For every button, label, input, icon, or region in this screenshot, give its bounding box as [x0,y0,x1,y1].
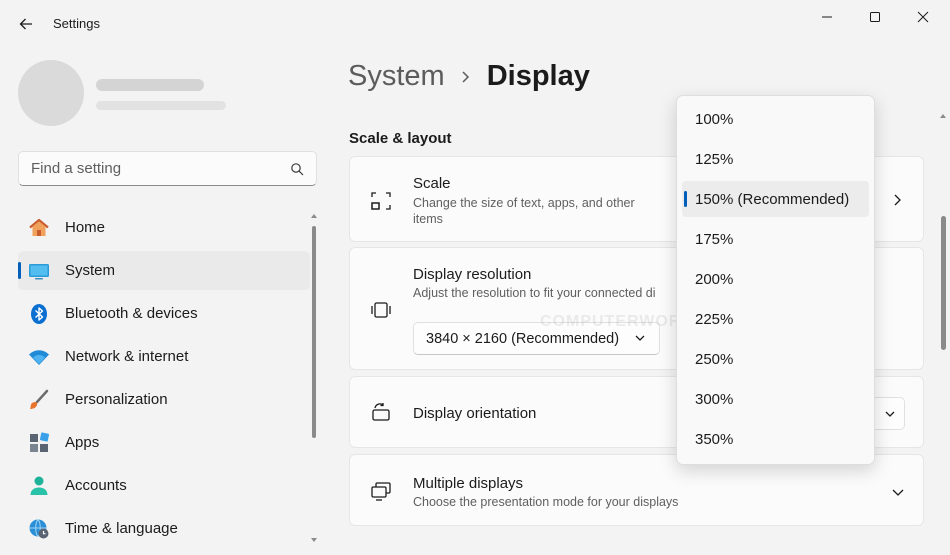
scroll-up-icon[interactable] [310,212,318,220]
chevron-down-icon[interactable] [888,482,908,502]
scale-option[interactable]: 200% [682,261,869,297]
back-button[interactable] [12,10,40,38]
breadcrumb: System Display [348,60,590,93]
scale-option[interactable]: 100% [682,101,869,137]
sidebar-item-bluetooth[interactable]: Bluetooth & devices [18,294,310,333]
section-title: Scale & layout [349,130,452,147]
breadcrumb-separator [461,70,471,84]
scale-option[interactable]: 300% [682,381,869,417]
sidebar-item-network[interactable]: Network & internet [18,337,310,376]
sidebar-item-label: Accounts [65,477,127,494]
chevron-right-icon [462,70,469,83]
sidebar-scroll-thumb[interactable] [312,226,316,438]
brush-icon [28,389,50,411]
orientation-select[interactable] [875,397,905,430]
main-scroll-thumb[interactable] [941,216,946,350]
scale-title: Scale [413,175,451,192]
bluetooth-icon [28,303,50,325]
title-bar: Settings [0,0,950,48]
page-title: Display [486,60,590,92]
accounts-icon [28,475,50,497]
sidebar-item-label: Bluetooth & devices [65,305,198,322]
scale-option[interactable]: 175% [682,221,869,257]
sidebar-item-label: Apps [65,434,100,451]
resolution-value: 3840 × 2160 (Recommended) [426,330,620,347]
sidebar-item-accounts[interactable]: Accounts [18,466,310,505]
scale-option[interactable]: 250% [682,341,869,377]
main-scrollbar[interactable] [938,112,948,555]
globe-clock-icon [28,518,50,540]
scale-description-line2: items [413,212,443,226]
sidebar-item-personalization[interactable]: Personalization [18,380,310,419]
minimize-button[interactable] [804,4,850,30]
sidebar-item-time-language[interactable]: Time & language [18,509,310,548]
scroll-up-icon[interactable] [939,112,947,120]
search-icon[interactable] [290,162,304,176]
sidebar-scrollbar[interactable] [310,212,318,544]
sidebar-item-system[interactable]: System [18,251,310,290]
avatar[interactable] [18,60,84,126]
minimize-icon [822,16,832,18]
resolution-icon [369,298,393,322]
orientation-title: Display orientation [413,405,537,422]
sidebar-item-label: System [65,262,116,279]
multiple-displays-description: Choose the presentation mode for your di… [413,495,679,509]
close-button[interactable] [900,4,946,30]
arrow-left-icon [19,18,32,30]
sidebar-item-label: Personalization [65,391,168,408]
scale-icon [369,189,393,213]
scale-option-selected[interactable]: 150% (Recommended) [682,181,869,217]
search-box[interactable] [18,151,317,186]
home-icon [28,217,50,239]
scale-dropdown: 100% 125% 150% (Recommended) 175% 200% 2… [676,95,875,465]
sidebar-nav: Home System Bluetooth & devices Network … [18,208,310,552]
breadcrumb-parent[interactable]: System [348,60,445,93]
multiple-displays-title: Multiple displays [413,475,524,492]
chevron-down-icon [635,335,645,341]
system-icon [28,260,50,282]
multiple-displays-icon [369,479,393,503]
scale-description-line1: Change the size of text, apps, and other [413,196,635,210]
close-icon [917,11,929,23]
maximize-icon [870,12,880,22]
chevron-down-icon [885,411,894,417]
apps-icon [28,431,50,454]
sidebar-item-home[interactable]: Home [18,208,310,247]
wifi-icon [28,346,50,368]
sidebar-item-label: Time & language [65,520,178,537]
account-email-placeholder [96,101,226,110]
sidebar-item-label: Home [65,219,106,236]
search-input[interactable] [31,160,290,177]
resolution-description: Adjust the resolution to fit your connec… [413,286,656,300]
sidebar-item-label: Network & internet [65,348,189,365]
scale-option[interactable]: 225% [682,301,869,337]
scale-option[interactable]: 350% [682,421,869,457]
resolution-title: Display resolution [413,266,532,283]
scale-option[interactable]: 125% [682,141,869,177]
chevron-right-icon[interactable] [888,190,908,210]
maximize-button[interactable] [852,4,898,30]
scroll-down-icon[interactable] [310,536,318,544]
account-name-placeholder [96,79,204,91]
orientation-icon [369,401,393,425]
scale-description: Change the size of text, apps, and other… [413,195,635,227]
sidebar-item-apps[interactable]: Apps [18,423,310,462]
app-title: Settings [53,16,100,31]
